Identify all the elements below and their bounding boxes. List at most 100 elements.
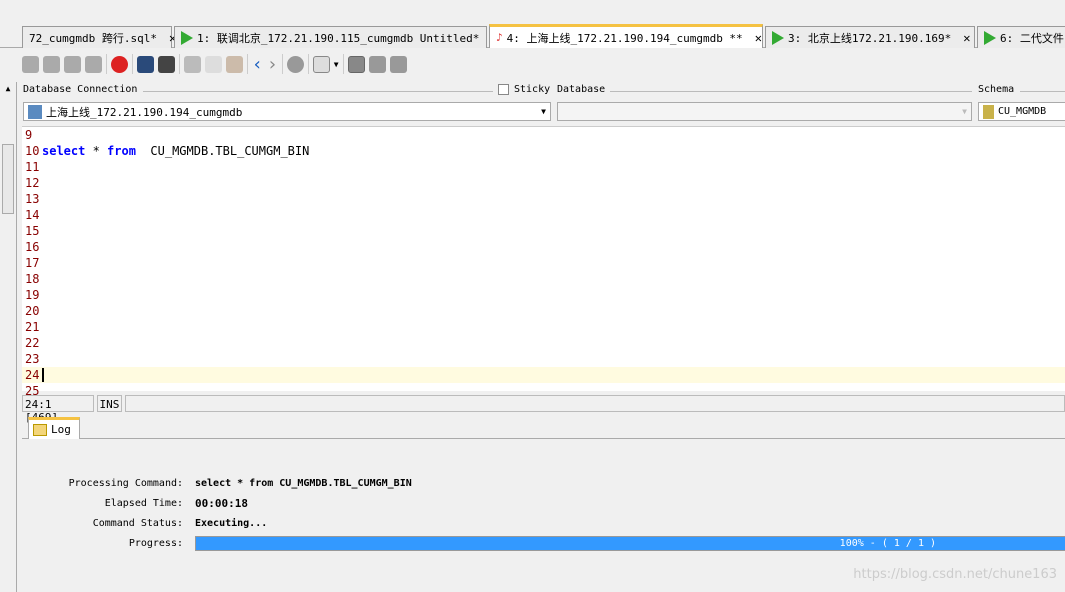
divider [342,54,344,74]
code-line: select * from CU_MGMDB.TBL_CUMGM_BIN [42,143,309,159]
chevron-down-icon[interactable]: ▼ [962,107,967,116]
divider [307,54,309,74]
insert-mode: INS [96,395,123,412]
cursor-position: 24:1 [469] [22,395,94,424]
forward-icon[interactable]: › [267,54,278,75]
database-export-icon[interactable] [389,55,407,73]
close-icon[interactable]: ✕ [755,31,762,45]
line-number: 24 [25,368,40,382]
execute-icon[interactable] [22,55,39,73]
line-number: 15 [25,224,40,238]
tab-label: 1: 联调北京_172.21.190.115_cumgmdb Untitled* [197,31,480,45]
tab-0[interactable]: 72_cumgmdb 跨行.sql* ✕ [22,26,176,48]
divider [22,438,1065,439]
tab-label: 3: 北京上线172.21.190.169* [788,31,952,45]
code-text: * [85,144,108,158]
line-number: 19 [25,288,40,302]
watermark: https://blog.csdn.net/chune163 [853,567,1057,582]
line-number-gutter: 9 10 11 12 13 14 15 16 17 18 19 20 21 22 23 24 25 [22,127,41,399]
line-number: 16 [25,240,40,254]
sticky-checkbox[interactable] [498,84,509,95]
divider [179,54,180,74]
line-number: 13 [25,192,40,206]
tab-3[interactable]: 3: 北京上线172.21.190.169* ✕ [765,26,975,48]
divider [106,54,107,74]
progress-bar: 100% - ( 1 / 1 ) [195,536,1065,551]
divider [281,54,283,74]
user-icon [983,104,994,119]
execute-current-icon[interactable] [43,55,60,73]
line-number: 17 [25,256,40,270]
paste-icon[interactable] [226,55,243,73]
keyword: from [107,144,136,158]
current-line-highlight [22,367,1065,383]
cut-icon[interactable] [184,55,201,73]
divider [1020,91,1065,92]
code-area[interactable]: select * from CU_MGMDB.TBL_CUMGM_BIN [42,127,309,159]
close-icon[interactable]: ✕ [963,31,970,45]
divider [247,54,248,74]
line-number: 23 [25,352,40,366]
divider [143,91,493,92]
tab-2[interactable]: ♪ 4: 上海上线_172.21.190.194_cumgmdb ** ✕ [489,24,763,48]
line-number: 12 [25,176,40,190]
tab-label: 6: 二代文件 [1000,31,1064,45]
status-message [125,395,1065,412]
database-select[interactable]: ▼ [557,102,972,121]
database-import-icon[interactable] [368,55,386,73]
divider [610,91,972,92]
toolbar: ‹ › ▼ [22,52,407,76]
tab-bar: 72_cumgmdb 跨行.sql* ✕ 1: 联调北京_172.21.190.1… [0,24,1065,48]
tab-4[interactable]: 6: 二代文件 [977,26,1065,48]
schema-label: Schema [978,84,1015,95]
divider [132,54,133,74]
step-over-icon[interactable] [85,55,102,73]
play-icon [984,30,996,45]
line-number: 21 [25,320,40,334]
connection-value: 上海上线_172.21.190.194_cumgmdb [46,105,243,119]
processing-value: select * from CU_MGMDB.TBL_CUMGM_BIN [195,478,412,489]
step-icon[interactable] [64,55,81,73]
database-label: Database [557,84,606,95]
text-cursor [42,368,44,382]
status-bar: 24:1 [469] INS [22,395,1065,424]
play-icon [772,30,784,45]
tab-label: 4: 上海上线_172.21.190.194_cumgmdb ** [506,31,743,45]
left-scrollbar[interactable]: ▲ [0,82,17,592]
line-number: 11 [25,160,40,174]
elapsed-value: 00:00:18 [195,497,248,510]
save-icon[interactable] [137,55,154,73]
tab-label: Log [51,423,71,436]
tab-label: 72_cumgmdb 跨行.sql* [29,31,157,45]
scroll-thumb[interactable] [2,144,14,214]
line-number: 10 [25,144,40,158]
sticky-label: Sticky [514,84,551,95]
refresh-icon[interactable] [286,55,304,73]
save-as-icon[interactable] [158,55,175,73]
tab-1[interactable]: 1: 联调北京_172.21.190.115_cumgmdb Untitled*… [174,26,499,48]
connection-select[interactable]: 上海上线_172.21.190.194_cumgmdb ▼ [23,102,551,121]
line-number: 9 [25,128,33,142]
copy-icon[interactable] [205,55,222,73]
progress-text: 100% - ( 1 / 1 ) [839,538,936,549]
stop-icon[interactable] [111,55,128,73]
connection-label: Database Connection [23,84,138,95]
back-icon[interactable]: ‹ [252,54,263,75]
tab-log[interactable]: Log [28,417,80,439]
chevron-down-icon[interactable]: ▼ [334,60,339,69]
play-icon [181,30,193,45]
log-icon [33,423,47,436]
sql-icon: ♪ [496,31,503,44]
line-number: 14 [25,208,40,222]
code-text: CU_MGMDB.TBL_CUMGM_BIN [135,144,310,158]
progress-label: Progress: [128,538,183,549]
line-number: 20 [25,304,40,318]
processing-label: Processing Command: [68,478,183,489]
scroll-up-icon[interactable]: ▲ [0,84,16,93]
chevron-down-icon[interactable]: ▼ [541,107,546,116]
schema-select[interactable]: CU_MGMDB [978,102,1065,121]
sql-editor[interactable]: 9 10 11 12 13 14 15 16 17 18 19 20 21 22 23 24 25 select… [22,126,1065,398]
export-icon[interactable] [312,55,330,73]
database-icon[interactable] [347,55,365,73]
keyword: select [42,144,86,158]
